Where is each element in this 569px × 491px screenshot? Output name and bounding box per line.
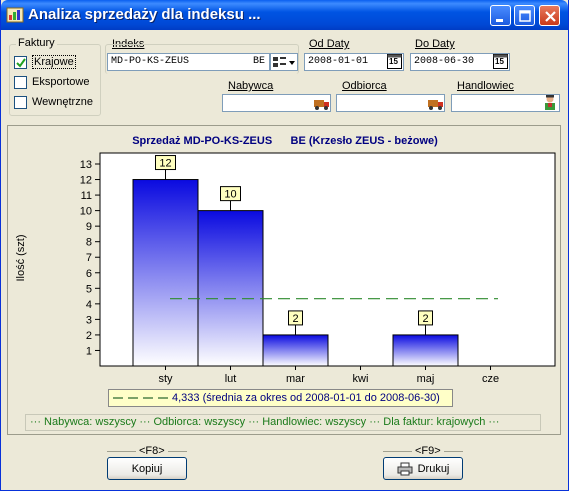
bar-lut xyxy=(197,210,264,367)
average-legend-swatch xyxy=(113,397,171,399)
average-legend-box: 4,333 (średnia za okres od 2008-01-01 do… xyxy=(108,389,453,407)
tree-lookup-icon xyxy=(273,57,295,67)
indeks-suffix: BE xyxy=(252,56,265,67)
y-tick-label: 8 xyxy=(86,237,92,249)
x-tick-label-mar: mar xyxy=(286,373,305,385)
eksportowe-checkbox[interactable]: Eksportowe xyxy=(14,75,89,89)
filter-summary: ··· Nabywca: wszyscy ··· Odbiorca: wszys… xyxy=(25,414,541,431)
truck-icon xyxy=(428,100,443,110)
minimize-button[interactable] xyxy=(490,5,511,26)
y-tick-label: 1 xyxy=(86,345,92,357)
bar-sty xyxy=(132,179,199,367)
window-title: Analiza sprzedaży dla indeksu ... xyxy=(28,6,261,23)
faktury-group: Faktury Krajowe Eksportowe Wewnętrzne xyxy=(9,37,101,116)
minimize-icon xyxy=(496,19,503,22)
value-label-mar: 2 xyxy=(292,313,298,325)
printer-icon xyxy=(397,462,413,475)
y-tick-label: 13 xyxy=(80,159,92,171)
drukuj-button-label: Drukuj xyxy=(417,462,450,475)
chart-app-icon xyxy=(6,7,24,23)
x-tick-label-sty: sty xyxy=(158,373,173,385)
indeks-lookup-button[interactable] xyxy=(270,53,298,71)
krajowe-label: Krajowe xyxy=(32,55,76,69)
drukuj-button[interactable]: Drukuj xyxy=(383,457,463,480)
chart-panel: Sprzedaż MD-PO-KS-ZEUS BE (Krzesło ZEUS … xyxy=(7,125,561,435)
truck-icon xyxy=(314,100,329,110)
x-tick-label-cze: cze xyxy=(482,373,499,385)
y-tick-label: 7 xyxy=(86,252,92,264)
analysis-window: Analiza sprzedaży dla indeksu ... Faktur… xyxy=(0,0,569,491)
nabywca-lookup-button[interactable] xyxy=(313,94,331,112)
od-daty-calendar-button[interactable]: 15 xyxy=(387,54,402,69)
maximize-button[interactable] xyxy=(514,5,535,26)
y-tick-label: 3 xyxy=(86,314,92,326)
kopiuj-hotkey: <F8> xyxy=(136,445,168,457)
kopiuj-button[interactable]: Kopiuj xyxy=(107,457,187,480)
maximize-icon xyxy=(519,10,531,22)
indeks-input[interactable]: MD-PO-KS-ZEUS BE xyxy=(107,53,270,71)
krajowe-checkbox[interactable]: Krajowe xyxy=(14,55,76,69)
close-icon xyxy=(545,11,556,22)
y-tick-label: 12 xyxy=(80,175,92,187)
x-tick-label-kwi: kwi xyxy=(353,373,369,385)
y-tick-label: 11 xyxy=(81,190,92,202)
person-icon xyxy=(545,95,555,110)
average-legend-text: 4,333 (średnia za okres od 2008-01-01 do… xyxy=(172,392,440,404)
handlowiec-lookup-button[interactable] xyxy=(541,94,559,112)
eksportowe-label: Eksportowe xyxy=(32,76,90,88)
value-label-sty: 12 xyxy=(159,158,171,170)
handlowiec-label: Handlowiec xyxy=(457,80,514,92)
close-button[interactable] xyxy=(539,5,560,26)
checkbox-box[interactable] xyxy=(14,55,27,69)
bar-mar xyxy=(262,334,329,367)
y-tick-label: 2 xyxy=(86,330,92,342)
y-axis-label: Ilość (szt) xyxy=(15,234,27,281)
checkmark-icon xyxy=(16,57,26,68)
y-tick-label: 10 xyxy=(80,206,92,218)
nabywca-label: Nabywca xyxy=(228,80,274,92)
faktury-group-label: Faktury xyxy=(16,37,57,49)
x-tick-label-maj: maj xyxy=(417,373,435,385)
checkbox-box[interactable] xyxy=(14,95,27,109)
od-daty-label: Od Daty xyxy=(309,38,350,50)
checkbox-box[interactable] xyxy=(14,75,27,89)
value-label-lut: 10 xyxy=(224,189,236,201)
drukuj-hotkey: <F9> xyxy=(412,445,444,457)
y-tick-label: 9 xyxy=(86,221,92,233)
y-tick-label: 4 xyxy=(86,299,92,311)
odbiorca-lookup-button[interactable] xyxy=(427,94,445,112)
kopiuj-button-label: Kopiuj xyxy=(131,462,163,475)
title-bar[interactable]: Analiza sprzedaży dla indeksu ... xyxy=(1,0,568,30)
chart-title: Sprzedaż MD-PO-KS-ZEUS BE (Krzesło ZEUS … xyxy=(132,135,438,147)
odbiorca-label: Odbiorca xyxy=(342,80,387,92)
wewnetrzne-checkbox[interactable]: Wewnętrzne xyxy=(14,95,93,109)
x-tick-label-lut: lut xyxy=(225,373,237,385)
y-tick-label: 6 xyxy=(86,268,92,280)
do-daty-label: Do Daty xyxy=(415,38,455,50)
wewnetrzne-label: Wewnętrzne xyxy=(32,96,93,108)
value-label-maj: 2 xyxy=(422,313,428,325)
do-daty-calendar-button[interactable]: 15 xyxy=(493,54,508,69)
bar-maj xyxy=(392,334,459,367)
y-tick-label: 5 xyxy=(86,283,92,295)
